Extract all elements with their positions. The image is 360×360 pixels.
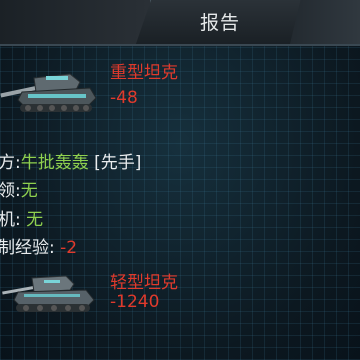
unit-name: 轻型坦克 bbox=[110, 273, 178, 293]
report-panel: 报告 重型坦克 -48 方:牛批轰轰 [先手] 领:无 机: 无 制经验: -2… bbox=[0, 0, 360, 360]
header-bar: 报告 bbox=[0, 0, 360, 46]
machine-line: 机: 无 bbox=[0, 205, 43, 230]
unit-name: 重型坦克 bbox=[110, 63, 178, 83]
machine-value: 无 bbox=[26, 210, 44, 230]
leader-label: 领: bbox=[0, 181, 21, 201]
page-title: 报告 bbox=[199, 12, 240, 34]
light-tank-icon bbox=[2, 275, 95, 312]
side-label: 方: bbox=[0, 153, 21, 173]
first-move-tag: [先手] bbox=[94, 153, 142, 173]
heavy-tank-icon bbox=[0, 73, 97, 112]
unit-row-light-tank: 轻型坦克 -1240 bbox=[0, 262, 360, 342]
machine-label: 机: bbox=[0, 210, 21, 230]
unit-loss: -48 bbox=[110, 88, 138, 108]
experience-label: 制经验: bbox=[0, 238, 55, 258]
leader-value: 无 bbox=[20, 181, 38, 201]
unit-row-heavy-tank: 重型坦克 -48 bbox=[0, 50, 360, 120]
side-line: 方:牛批轰轰 [先手] bbox=[0, 148, 141, 173]
experience-line: 制经验: -2 bbox=[0, 233, 77, 258]
player-name: 牛批轰轰 bbox=[20, 153, 89, 173]
header-left-decoration bbox=[0, 0, 151, 44]
header-right-decoration bbox=[290, 0, 360, 44]
leader-line: 领:无 bbox=[0, 176, 38, 201]
experience-value: -2 bbox=[60, 238, 78, 258]
unit-loss: -1240 bbox=[110, 292, 160, 312]
